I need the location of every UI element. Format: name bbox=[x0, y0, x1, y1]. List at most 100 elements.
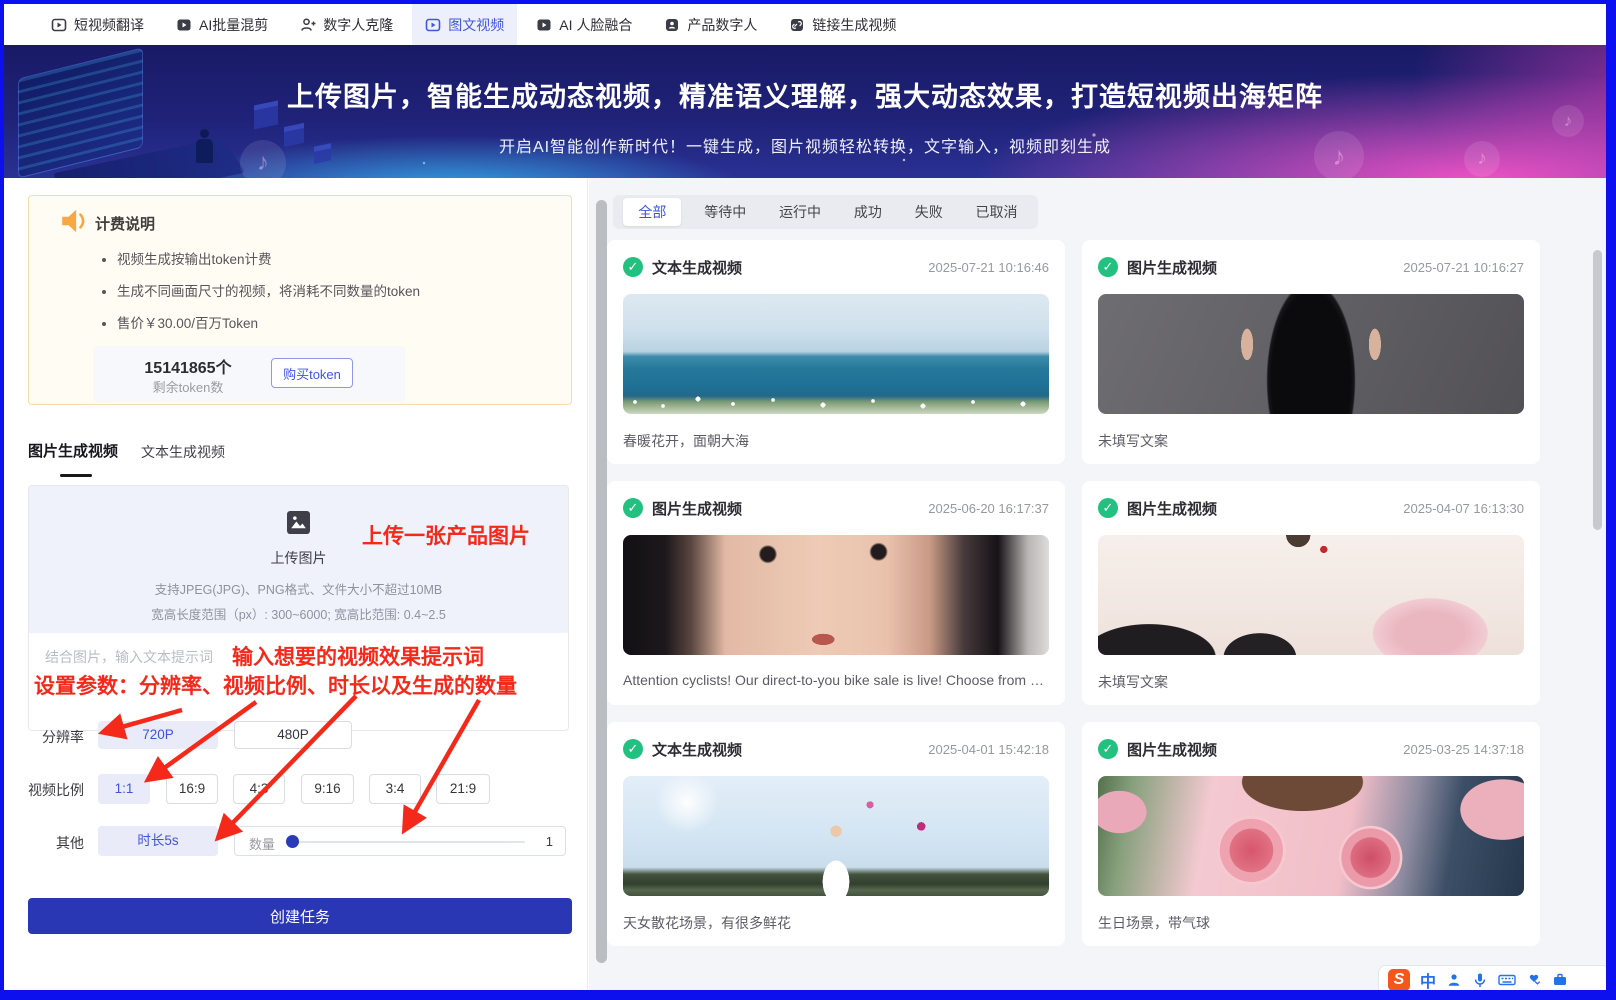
success-check-icon: ✓ bbox=[623, 739, 643, 759]
tab-text-to-video[interactable]: 文本生成视频 bbox=[141, 442, 225, 462]
video-batch-icon bbox=[176, 17, 192, 33]
nav-tab-label: 图文视频 bbox=[448, 15, 504, 35]
generator-scrollbar[interactable] bbox=[596, 200, 607, 963]
video-play-icon bbox=[425, 17, 441, 33]
face-merge-icon bbox=[536, 17, 552, 33]
task-caption: 未填写文案 bbox=[1098, 672, 1524, 692]
prompt-input[interactable] bbox=[29, 633, 568, 730]
task-timestamp: 2025-07-21 10:16:27 bbox=[1403, 260, 1524, 275]
task-timestamp: 2025-07-21 10:16:46 bbox=[928, 260, 1049, 275]
task-thumbnail[interactable] bbox=[1098, 294, 1524, 414]
nav-tab-image-text-video[interactable]: 图文视频 bbox=[412, 4, 517, 45]
billing-bullet: 视频生成按输出token计费 bbox=[117, 248, 420, 268]
filter-failed[interactable]: 失败 bbox=[905, 198, 953, 226]
task-thumbnail[interactable] bbox=[623, 776, 1049, 896]
active-tab-underline bbox=[60, 474, 92, 477]
task-thumbnail[interactable] bbox=[623, 535, 1049, 655]
task-thumbnail[interactable] bbox=[1098, 535, 1524, 655]
tasks-panel: 全部 等待中 运行中 成功 失败 已取消 ✓ 文本生成视频 2025-07-21… bbox=[589, 178, 1606, 990]
task-card[interactable]: ✓ 文本生成视频 2025-04-01 15:42:18 天女散花场景，有很多鲜… bbox=[607, 722, 1065, 946]
filter-success[interactable]: 成功 bbox=[844, 198, 892, 226]
person-icon[interactable] bbox=[1446, 972, 1462, 988]
resolution-option-480p[interactable]: 480P bbox=[234, 721, 352, 749]
task-timestamp: 2025-04-07 16:13:30 bbox=[1403, 501, 1524, 516]
ratio-option-21-9[interactable]: 21:9 bbox=[436, 774, 490, 804]
ratio-option-16-9[interactable]: 16:9 bbox=[166, 774, 218, 804]
toolbox-icon[interactable] bbox=[1552, 972, 1568, 988]
top-navbar: 短视频翻译 AI批量混剪 数字人克隆 图文视频 AI 人脸融合 产品数字人 链接… bbox=[4, 4, 1606, 45]
microphone-icon[interactable] bbox=[1472, 972, 1488, 988]
task-card[interactable]: ✓ 图片生成视频 2025-07-21 10:16:27 未填写文案 bbox=[1082, 240, 1540, 464]
quantity-label: 数量 bbox=[249, 834, 275, 853]
task-card[interactable]: ✓ 图片生成视频 2025-06-20 16:17:37 Attention c… bbox=[607, 481, 1065, 705]
token-balance-box: 15141865个 剩余token数 购买token bbox=[93, 346, 405, 402]
task-thumbnail[interactable] bbox=[1098, 776, 1524, 896]
task-caption: 天女散花场景，有很多鲜花 bbox=[623, 913, 1049, 933]
app-window: 短视频翻译 AI批量混剪 数字人克隆 图文视频 AI 人脸融合 产品数字人 链接… bbox=[0, 0, 1616, 1000]
filter-canceled[interactable]: 已取消 bbox=[966, 198, 1028, 226]
filter-waiting[interactable]: 等待中 bbox=[694, 198, 756, 226]
resolution-option-720p[interactable]: 720P bbox=[98, 721, 218, 749]
nav-tab-video-translate[interactable]: 短视频翻译 bbox=[38, 4, 157, 45]
task-caption: 春暖花开，面朝大海 bbox=[623, 431, 1049, 451]
filter-all[interactable]: 全部 bbox=[623, 198, 681, 226]
task-timestamp: 2025-06-20 16:17:37 bbox=[928, 501, 1049, 516]
quantity-slider-knob[interactable] bbox=[286, 835, 299, 848]
image-upload-icon bbox=[287, 521, 310, 538]
image-upload-dropzone[interactable]: 上传图片 支持JPEG(JPG)、PNG格式、文件大小不超过10MB 宽高长度范… bbox=[29, 486, 568, 633]
link-video-icon bbox=[789, 17, 805, 33]
upload-label: 上传图片 bbox=[29, 548, 568, 568]
speaker-icon bbox=[59, 206, 89, 241]
task-card[interactable]: ✓ 文本生成视频 2025-07-21 10:16:46 春暖花开，面朝大海 bbox=[607, 240, 1065, 464]
generator-input-box: 上传图片 支持JPEG(JPG)、PNG格式、文件大小不超过10MB 宽高长度范… bbox=[28, 485, 569, 731]
nav-tab-label: 链接生成视频 bbox=[812, 15, 896, 35]
task-caption: 未填写文案 bbox=[1098, 431, 1524, 451]
nav-tab-avatar-clone[interactable]: 数字人克隆 bbox=[287, 4, 406, 45]
task-card-header: ✓ 图片生成视频 2025-03-25 14:37:18 bbox=[1098, 738, 1524, 760]
billing-bullet: 生成不同画面尺寸的视频，将消耗不同数量的token bbox=[117, 280, 420, 300]
billing-bullet-list: 视频生成按输出token计费 生成不同画面尺寸的视频，将消耗不同数量的token… bbox=[117, 248, 420, 344]
nav-tab-label: AI 人脸融合 bbox=[559, 15, 632, 35]
banner-subtitle: 开启AI智能创作新时代！一键生成，图片视频轻松转换，文字输入，视频即刻生成 bbox=[4, 133, 1606, 157]
task-caption: Attention cyclists! Our direct-to-you bi… bbox=[623, 672, 1049, 688]
ime-toolbar: S 中 bbox=[1378, 965, 1610, 995]
nav-tab-batch-edit[interactable]: AI批量混剪 bbox=[163, 4, 281, 45]
billing-notice: 计费说明 视频生成按输出token计费 生成不同画面尺寸的视频，将消耗不同数量的… bbox=[28, 195, 572, 405]
ime-logo-icon[interactable]: S bbox=[1388, 969, 1410, 991]
ime-mode-toggle[interactable]: 中 bbox=[1420, 968, 1436, 992]
nav-tab-label: 数字人克隆 bbox=[323, 15, 393, 35]
buy-token-button[interactable]: 购买token bbox=[271, 358, 353, 388]
upload-size-hint: 宽高长度范围（px）: 300~6000; 宽高比范围: 0.4~2.5 bbox=[29, 604, 568, 623]
ratio-option-9-16[interactable]: 9:16 bbox=[301, 774, 354, 804]
hearts-icon[interactable] bbox=[1526, 972, 1542, 988]
ratio-option-4-3[interactable]: 4:3 bbox=[233, 774, 285, 804]
task-caption: 生日场景，带气球 bbox=[1098, 913, 1524, 933]
filter-running[interactable]: 运行中 bbox=[769, 198, 831, 226]
banner-title: 上传图片，智能生成动态视频，精准语义理解，强大动态效果，打造短视频出海矩阵 bbox=[4, 75, 1606, 114]
nav-tab-label: 短视频翻译 bbox=[74, 15, 144, 35]
task-thumbnail[interactable] bbox=[623, 294, 1049, 414]
status-filter-bar: 全部 等待中 运行中 成功 失败 已取消 bbox=[613, 195, 1038, 229]
hero-banner: ♪ ♪ ♪ ♪ 上传图片，智能生成动态视频，精准语义理解，强大动态效果，打造短视… bbox=[4, 45, 1606, 178]
ratio-option-1-1[interactable]: 1:1 bbox=[98, 774, 150, 804]
billing-title: 计费说明 bbox=[95, 213, 155, 234]
nav-tab-face-merge[interactable]: AI 人脸融合 bbox=[523, 4, 645, 45]
upload-formats-hint: 支持JPEG(JPG)、PNG格式、文件大小不超过10MB bbox=[29, 579, 568, 598]
tab-image-to-video[interactable]: 图片生成视频 bbox=[28, 440, 118, 461]
task-type: 文本生成视频 bbox=[652, 257, 742, 278]
task-card-header: ✓ 文本生成视频 2025-07-21 10:16:46 bbox=[623, 256, 1049, 278]
duration-option-5s[interactable]: 时长5s bbox=[98, 826, 218, 856]
quantity-slider-track[interactable] bbox=[291, 841, 525, 843]
nav-tab-label: AI批量混剪 bbox=[199, 15, 268, 35]
tasks-scrollbar[interactable] bbox=[1593, 250, 1602, 530]
keyboard-icon[interactable] bbox=[1498, 972, 1516, 988]
task-card[interactable]: ✓ 图片生成视频 2025-04-07 16:13:30 未填写文案 bbox=[1082, 481, 1540, 705]
task-card[interactable]: ✓ 图片生成视频 2025-03-25 14:37:18 生日场景，带气球 bbox=[1082, 722, 1540, 946]
product-avatar-icon bbox=[664, 17, 680, 33]
task-type: 图片生成视频 bbox=[1127, 498, 1217, 519]
nav-tab-link-video[interactable]: 链接生成视频 bbox=[776, 4, 909, 45]
ratio-option-3-4[interactable]: 3:4 bbox=[369, 774, 421, 804]
ratio-label: 视频比例 bbox=[4, 780, 84, 800]
nav-tab-product-avatar[interactable]: 产品数字人 bbox=[651, 4, 770, 45]
create-task-button[interactable]: 创建任务 bbox=[28, 898, 572, 934]
